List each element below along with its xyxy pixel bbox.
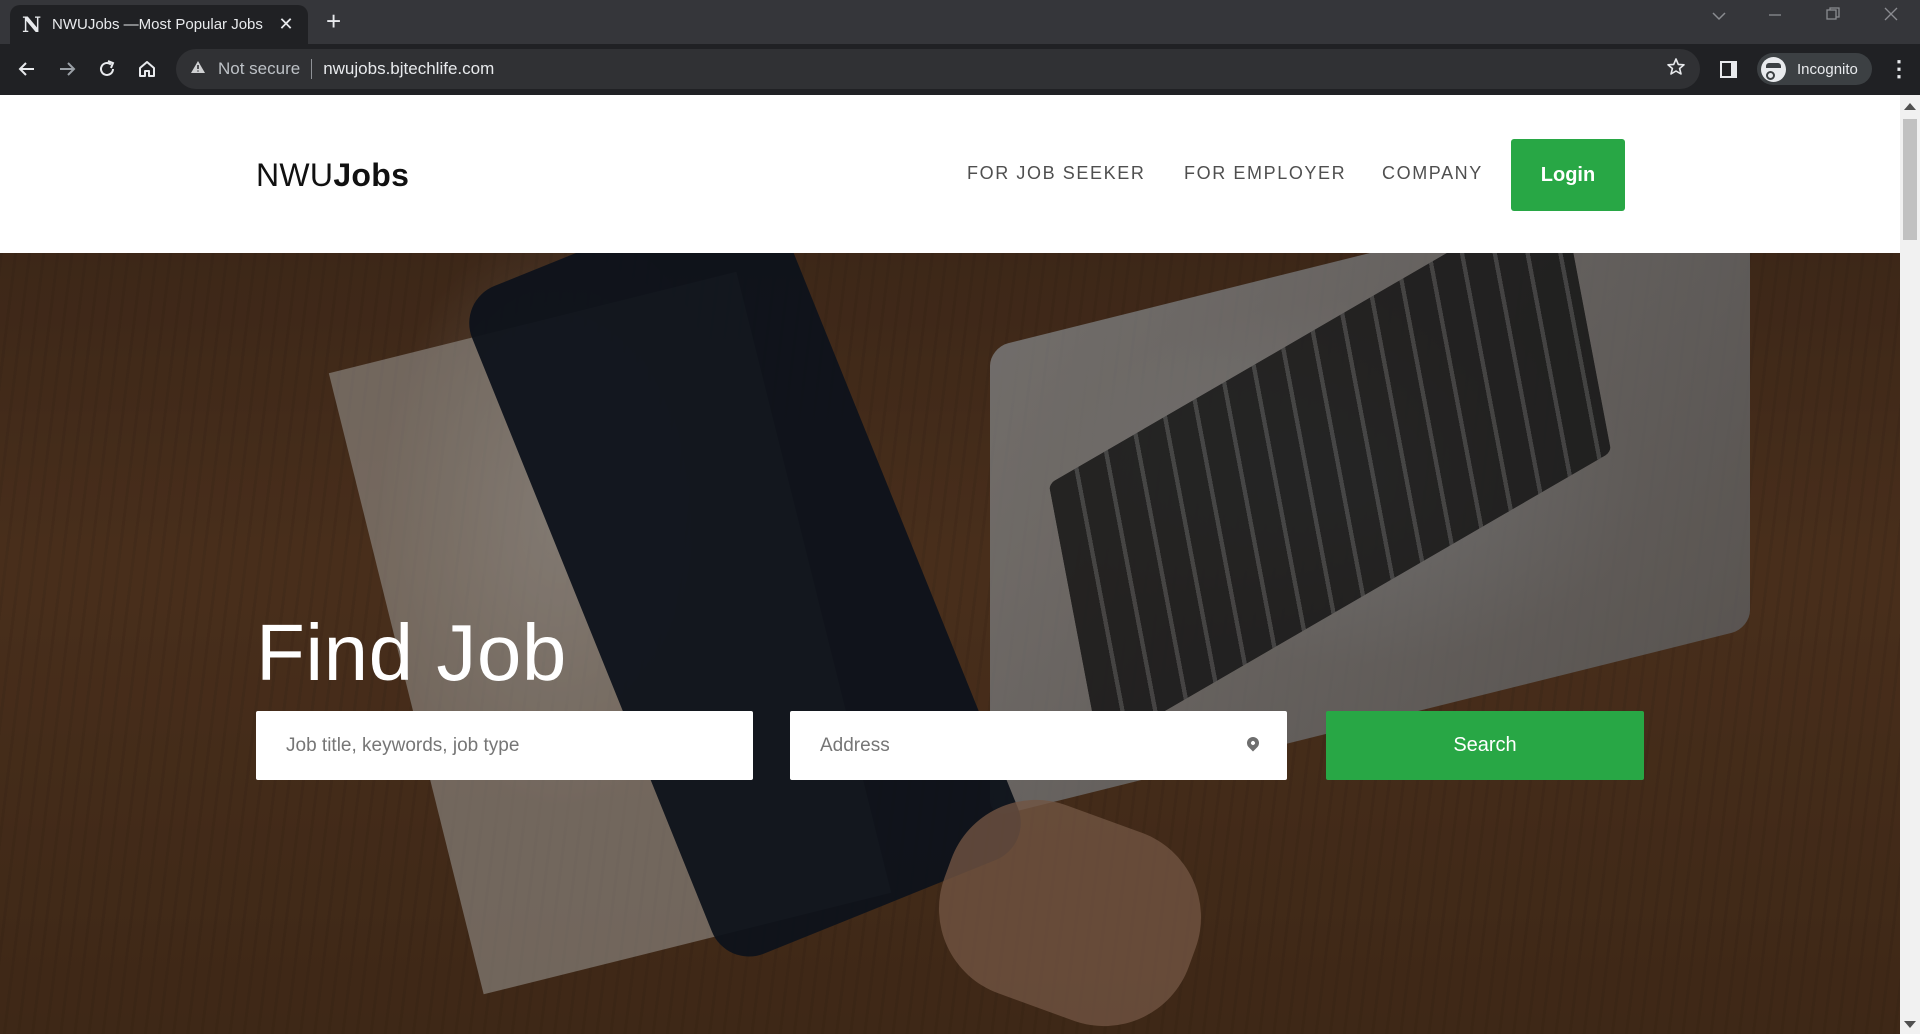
- security-label[interactable]: Not secure: [218, 59, 300, 79]
- tab-title: NWUJobs —Most Popular Jobs: [52, 16, 263, 33]
- restore-icon[interactable]: [1826, 6, 1840, 26]
- browser-tab[interactable]: N NWUJobs —Most Popular Jobs ✕: [10, 5, 308, 44]
- forward-icon[interactable]: [52, 54, 82, 84]
- login-button[interactable]: Login: [1511, 139, 1625, 211]
- site-header: NWUJobs FOR JOB SEEKER FOR EMPLOYER COMP…: [0, 95, 1900, 253]
- site-favicon-icon: N: [22, 11, 42, 37]
- reload-icon[interactable]: [92, 54, 122, 84]
- incognito-icon: [1761, 56, 1786, 82]
- close-tab-icon[interactable]: ✕: [276, 14, 296, 35]
- new-tab-icon[interactable]: +: [326, 7, 341, 35]
- logo-text-bold: Jobs: [333, 157, 410, 193]
- scroll-down-arrow-icon[interactable]: [1904, 1021, 1916, 1028]
- home-icon[interactable]: [132, 54, 162, 84]
- scrollbar-thumb[interactable]: [1903, 119, 1917, 240]
- address-bar[interactable]: Not secure nwujobs.bjtechlife.com: [176, 49, 1700, 89]
- nav-for-job-seeker[interactable]: FOR JOB SEEKER: [967, 163, 1145, 184]
- tab-strip: N NWUJobs —Most Popular Jobs ✕ +: [0, 0, 1920, 44]
- minimize-icon[interactable]: [1768, 6, 1782, 26]
- map-pin-icon: [1244, 734, 1262, 752]
- nav-company[interactable]: COMPANY: [1382, 163, 1483, 184]
- keyword-field[interactable]: [256, 711, 753, 780]
- nav-for-employer[interactable]: FOR EMPLOYER: [1184, 163, 1346, 184]
- logo-text-light: NWU: [256, 157, 334, 193]
- tab-search-icon[interactable]: [1712, 6, 1726, 26]
- incognito-label: Incognito: [1797, 60, 1858, 78]
- scroll-up-arrow-icon[interactable]: [1904, 103, 1916, 110]
- close-window-icon[interactable]: [1884, 6, 1898, 26]
- more-icon[interactable]: ⋮: [1888, 56, 1910, 82]
- warning-icon[interactable]: [190, 60, 206, 78]
- keyword-input[interactable]: [286, 734, 753, 757]
- back-icon[interactable]: [12, 54, 42, 84]
- address-input[interactable]: [820, 734, 1220, 757]
- side-panel-icon[interactable]: [1720, 61, 1737, 78]
- omnibox-divider: [311, 59, 313, 79]
- browser-toolbar: Not secure nwujobs.bjtechlife.com Incogn…: [0, 44, 1920, 95]
- url-text[interactable]: nwujobs.bjtechlife.com: [323, 59, 494, 79]
- site-logo[interactable]: NWUJobs: [256, 157, 409, 194]
- search-button[interactable]: Search: [1326, 711, 1644, 780]
- star-icon[interactable]: [1666, 57, 1686, 83]
- hero-section: Find Job Search: [0, 253, 1900, 1034]
- incognito-badge[interactable]: Incognito: [1757, 53, 1872, 85]
- page-viewport: NWUJobs FOR JOB SEEKER FOR EMPLOYER COMP…: [0, 95, 1920, 1034]
- vertical-scrollbar[interactable]: [1900, 95, 1920, 1034]
- hero-title: Find Job: [256, 608, 567, 697]
- address-field[interactable]: [790, 711, 1287, 780]
